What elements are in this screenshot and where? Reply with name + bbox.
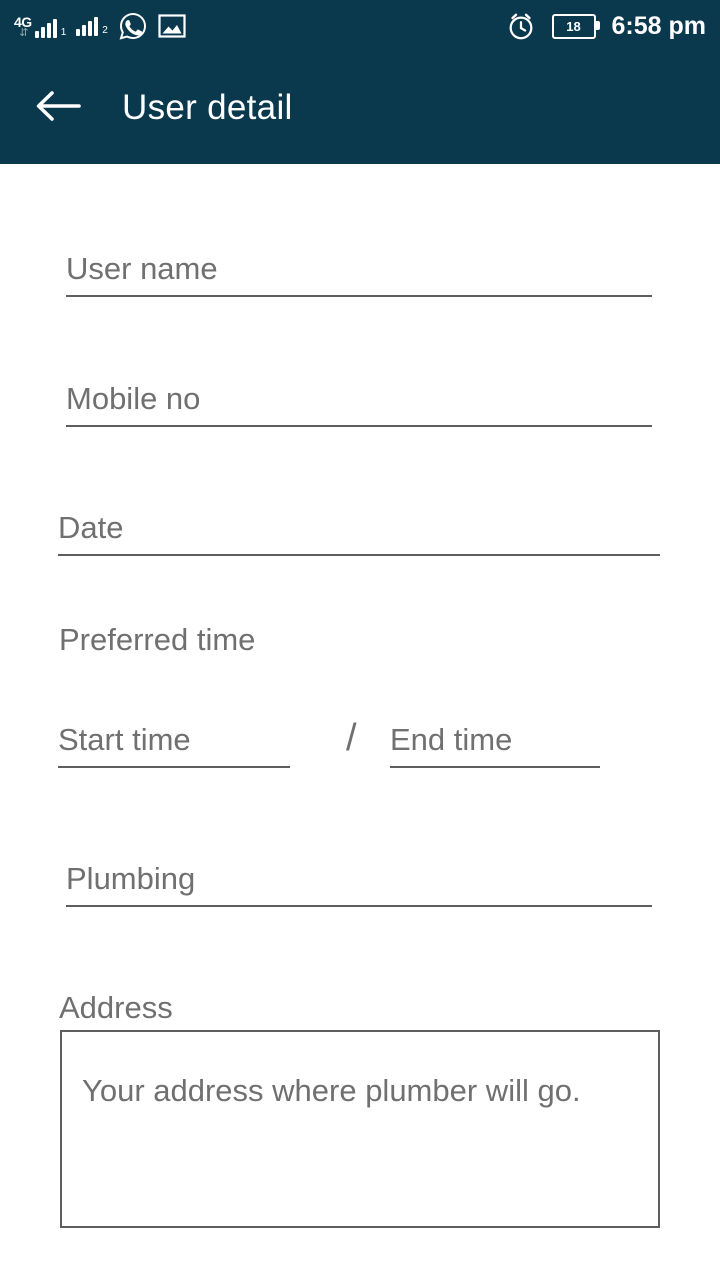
date-field[interactable]: Date <box>58 500 660 556</box>
end-time-underline <box>390 766 600 768</box>
alarm-clock-icon <box>506 11 536 41</box>
network-indicator-4g: 4G ⇵ 1 <box>14 15 67 39</box>
address-placeholder: Your address where plumber will go. <box>82 1073 581 1108</box>
user-name-placeholder: User name <box>66 251 218 286</box>
image-icon <box>158 13 186 39</box>
user-name-field[interactable]: User name <box>66 241 652 297</box>
status-bar: 4G ⇵ 1 2 18 6:58 pm <box>0 0 720 52</box>
mobile-no-underline <box>66 425 652 427</box>
user-name-underline <box>66 295 652 297</box>
start-time-field[interactable]: Start time <box>58 712 290 768</box>
status-bar-right-icons: 18 6:58 pm <box>506 11 706 41</box>
data-transfer-arrows-icon: ⇵ <box>19 26 28 39</box>
preferred-time-label: Preferred time <box>59 622 256 657</box>
back-arrow-icon <box>35 89 81 128</box>
back-button[interactable] <box>22 72 94 144</box>
service-type-underline <box>66 905 652 907</box>
page-title: User detail <box>122 88 293 127</box>
end-time-field[interactable]: End time <box>390 712 600 768</box>
start-time-underline <box>58 766 290 768</box>
date-underline <box>58 554 660 556</box>
end-time-placeholder: End time <box>390 722 513 757</box>
network-indicator-sim2: 2 <box>76 16 108 36</box>
sim1-label: 1 <box>60 26 67 38</box>
battery-icon: 18 <box>551 13 600 39</box>
battery-level-label: 18 <box>566 18 581 34</box>
date-placeholder: Date <box>58 510 124 545</box>
service-type-value: Plumbing <box>66 861 196 896</box>
time-separator: / <box>346 717 357 759</box>
service-type-field[interactable]: Plumbing <box>66 851 652 907</box>
form-content: User name Mobile no Date Preferred time … <box>0 164 720 1280</box>
address-input[interactable]: Your address where plumber will go. <box>60 1030 660 1228</box>
status-bar-left-icons: 4G ⇵ 1 2 <box>14 11 186 41</box>
status-bar-clock: 6:58 pm <box>611 11 706 40</box>
start-time-placeholder: Start time <box>58 722 191 757</box>
mobile-no-field[interactable]: Mobile no <box>66 371 652 427</box>
mobile-no-placeholder: Mobile no <box>66 381 201 416</box>
network-type-label-group: 4G ⇵ <box>14 15 32 39</box>
app-bar: User detail <box>0 52 720 164</box>
sim2-label: 2 <box>102 25 108 36</box>
signal-bars-sim2-icon <box>76 16 99 36</box>
whatsapp-icon <box>118 11 148 41</box>
signal-bars-sim1-icon <box>34 18 57 38</box>
address-label: Address <box>59 990 173 1025</box>
